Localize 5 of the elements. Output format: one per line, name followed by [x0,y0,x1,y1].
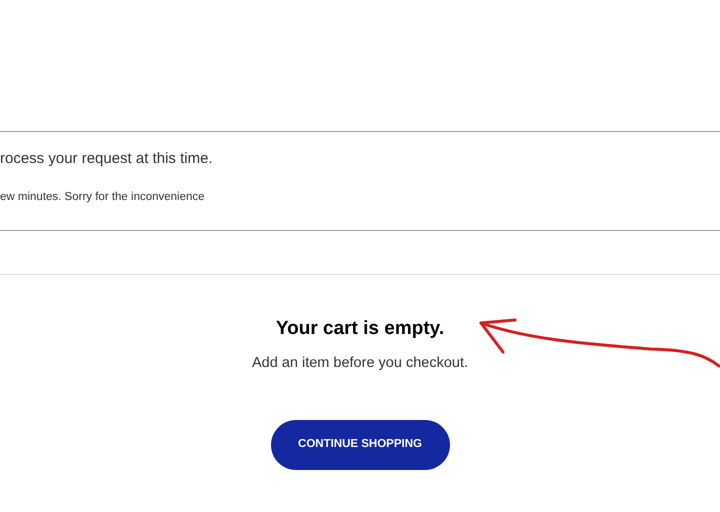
error-message: ew minutes. Sorry for the inconvenience [0,190,205,205]
continue-shopping-button[interactable]: CONTINUE SHOPPING [270,420,450,470]
error-title: rocess your request at this time. [0,149,213,169]
empty-cart-heading: Your cart is empty. [276,317,444,341]
empty-cart-subtext: Add an item before you checkout. [252,354,468,373]
